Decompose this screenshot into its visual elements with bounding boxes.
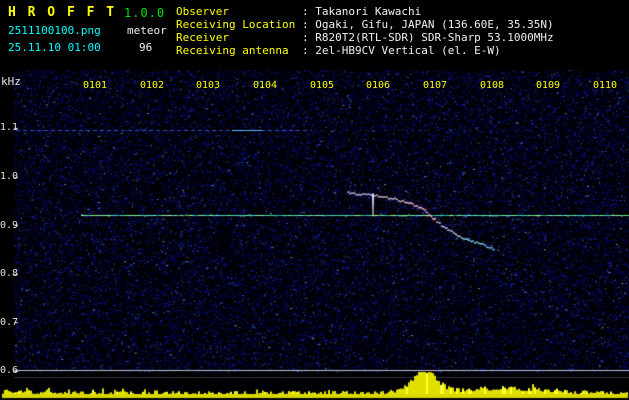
y-tick-0-6: 0.6 [0, 365, 19, 376]
x-tick-0102: 0102 [139, 80, 165, 91]
info-label-observer: Observer [176, 5, 229, 18]
x-tick-0110: 0110 [592, 80, 618, 91]
x-tick-0103: 0103 [195, 80, 221, 91]
y-tick-0-7: 0.7 [0, 317, 19, 328]
y-tick-1-1: 1.1 [0, 122, 19, 133]
info-value-antenna: : 2el-HB9CV Vertical (el. E-W) [302, 44, 501, 57]
y-tick-0-9: 0.9 [0, 220, 19, 231]
info-label-location: Receiving Location [176, 18, 296, 31]
info-row-antenna: Receiving antenna : 2el-HB9CV Vertical (e… [176, 44, 554, 57]
info-label-receiver: Receiver [176, 31, 229, 44]
spectrogram-canvas [0, 0, 629, 400]
freq-axis-unit: kHz [1, 75, 21, 88]
info-value-observer: : Takanori Kawachi [302, 5, 422, 18]
info-row-receiver: Receiver : R820T2(RTL-SDR) SDR-Sharp 53.1… [176, 31, 554, 44]
info-row-location: Receiving Location : Ogaki, Gifu, JAPAN (… [176, 18, 554, 31]
info-row-observer: Observer : Takanori Kawachi [176, 5, 554, 18]
x-tick-0101: 0101 [82, 80, 108, 91]
info-value-receiver: : R820T2(RTL-SDR) SDR-Sharp 53.1000MHz [302, 31, 554, 44]
info-value-location: : Ogaki, Gifu, JAPAN (136.60E, 35.35N) [302, 18, 554, 31]
app-title: H R O F F T [8, 5, 117, 20]
x-tick-0104: 0104 [252, 80, 278, 91]
x-tick-0107: 0107 [422, 80, 448, 91]
x-tick-0105: 0105 [309, 80, 335, 91]
app-version: 1.0.0 [124, 6, 166, 20]
timestamp: 25.11.10 01:00 [8, 41, 101, 54]
x-tick-0106: 0106 [365, 80, 391, 91]
y-tick-1-0: 1.0 [0, 171, 19, 182]
x-tick-0108: 0108 [479, 80, 505, 91]
output-filename: 2511100100.png [8, 24, 101, 37]
info-label-antenna: Receiving antenna [176, 44, 289, 57]
station-info: Observer : Takanori Kawachi Receiving Loc… [176, 5, 554, 57]
echo-count: 96 [139, 41, 153, 54]
mode-label: meteor [127, 24, 167, 37]
hrofft-window: H R O F F T 1.0.0 2511100100.png meteor … [0, 0, 629, 400]
y-tick-0-8: 0.8 [0, 268, 19, 279]
x-tick-0109: 0109 [535, 80, 561, 91]
